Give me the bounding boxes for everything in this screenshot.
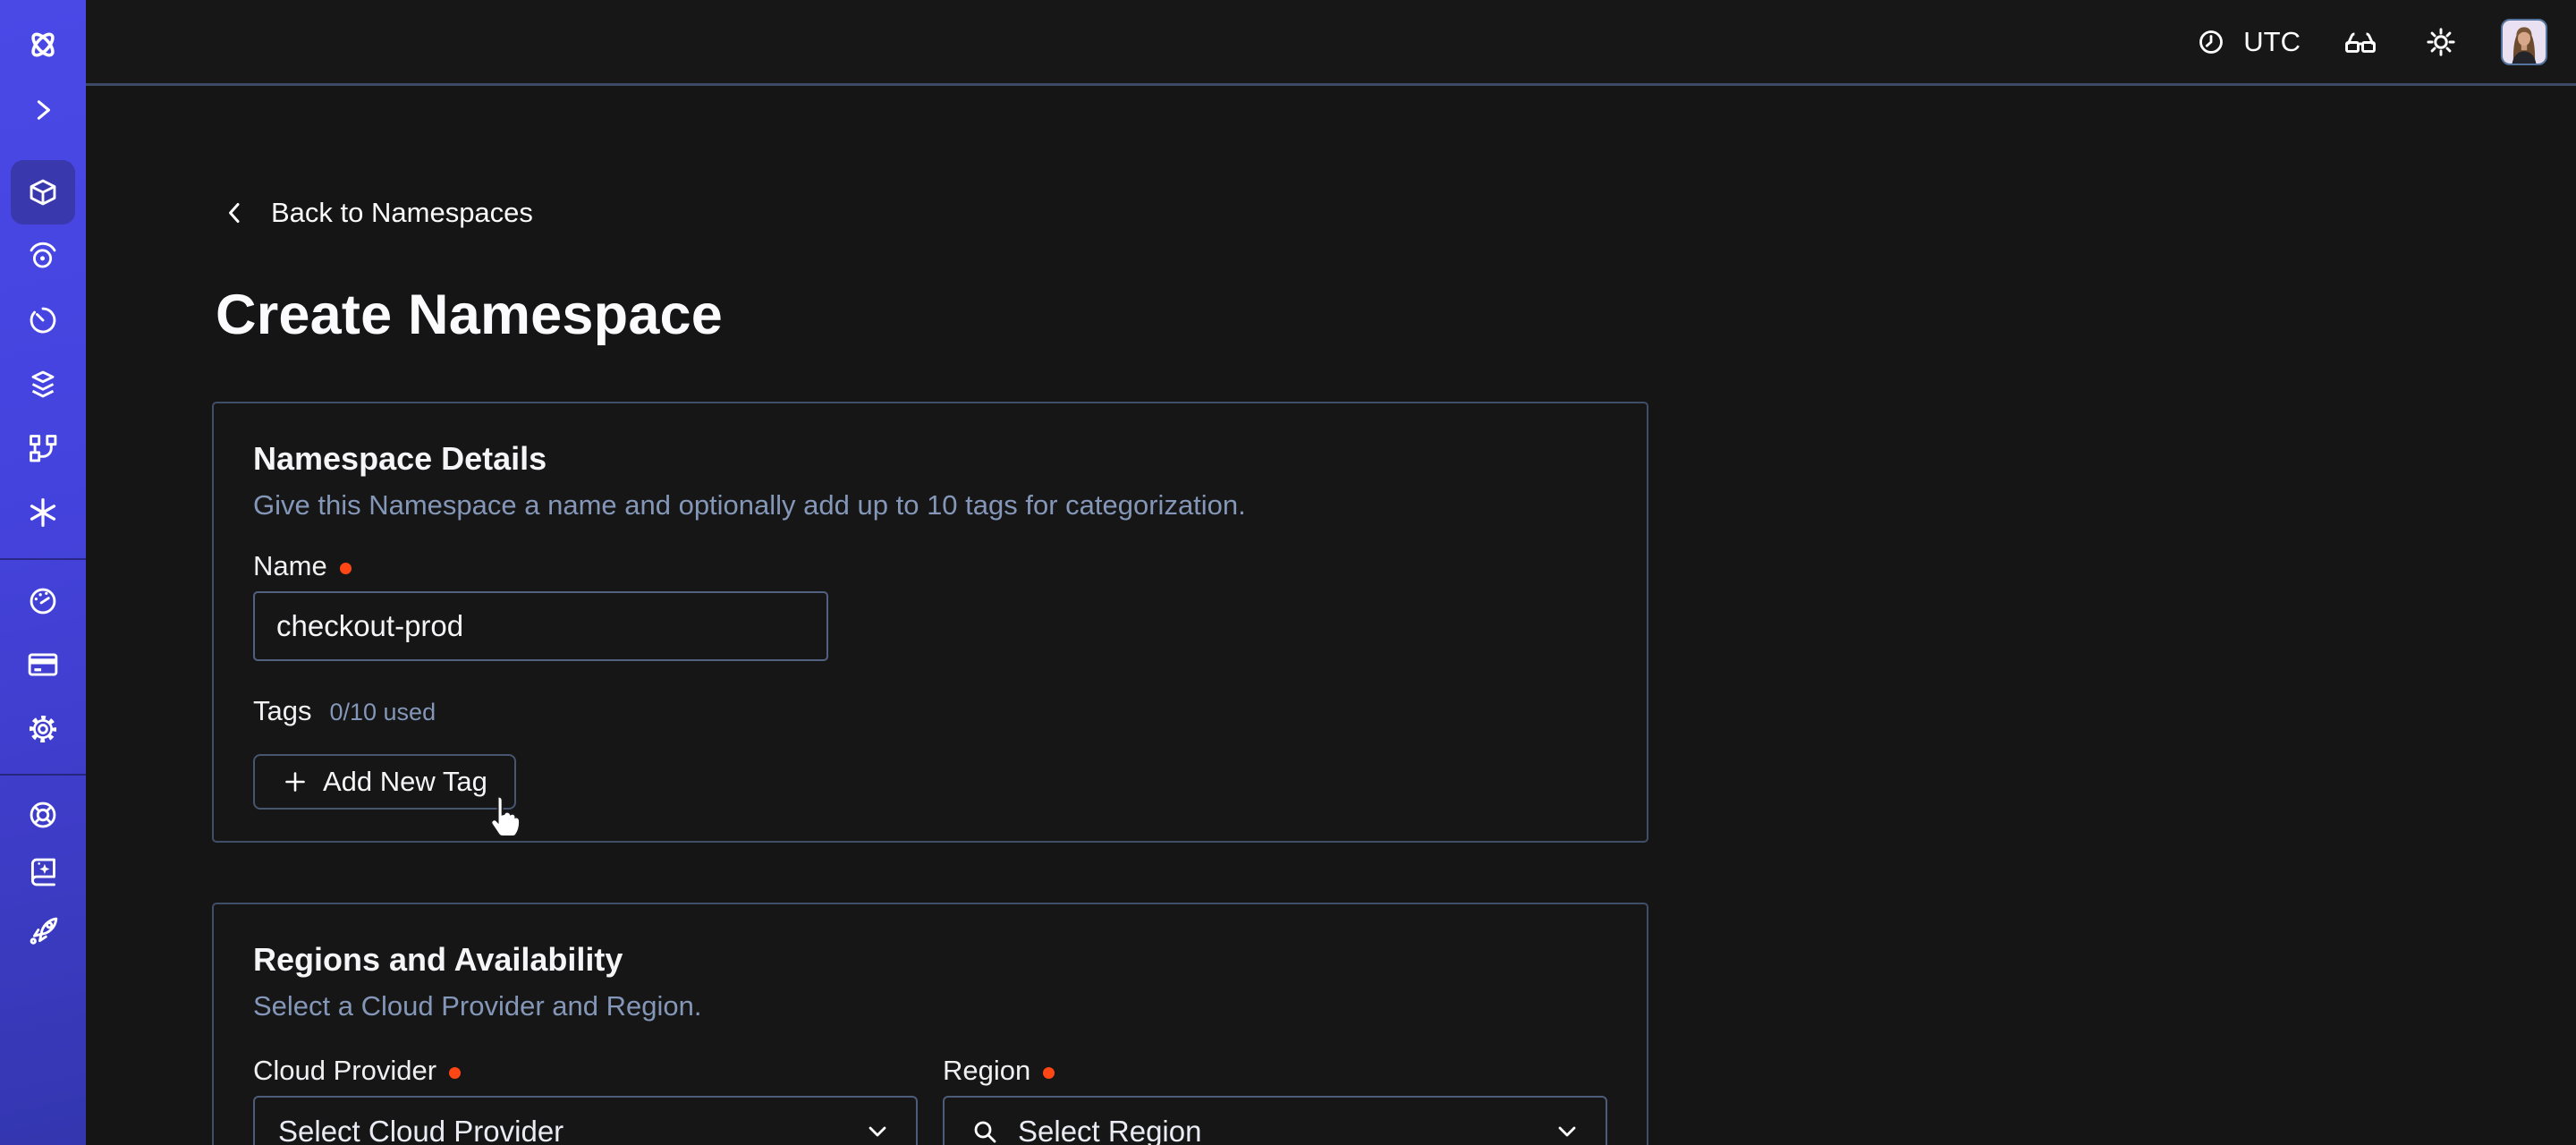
main-area: UTC [86,0,2576,1145]
sidebar-item-schedules[interactable] [21,299,64,342]
sidebar-item-get-started[interactable] [21,909,64,952]
regions-grid: Cloud Provider Select Cloud Provider [253,1053,1607,1145]
glasses-icon [2340,21,2381,63]
timezone-button[interactable]: UTC [2191,22,2301,62]
sidebar-item-workflows[interactable] [21,235,64,278]
required-dot [449,1067,461,1079]
plus-icon [282,768,309,795]
tags-usage-counter: 0/10 used [329,699,436,726]
sidebar-item-billing[interactable] [21,643,64,686]
region-select[interactable]: Select Region [943,1096,1607,1145]
required-dot [1043,1067,1055,1079]
chevron-right-icon [23,90,63,130]
region-label-row: Region [943,1053,1607,1089]
avatar-image [2503,21,2546,64]
sidebar [0,0,86,1145]
cube-icon [22,172,64,213]
sidebar-item-docs[interactable] [21,851,64,894]
sidebar-item-batch-operations[interactable] [21,363,64,406]
life-ring-icon [22,794,64,835]
search-icon [968,1115,1002,1145]
name-label: Name [253,548,327,584]
book-sparkle-icon [22,852,64,893]
sidebar-divider [0,558,86,560]
tags-label-row: Tags 0/10 used [253,693,1607,729]
name-label-row: Name [253,548,1607,584]
add-new-tag-button[interactable]: Add New Tag [253,754,516,810]
page-title: Create Namespace [216,281,2576,350]
region-placeholder: Select Region [1018,1115,1201,1145]
regions-heading: Regions and Availability [253,940,1607,980]
sidebar-item-namespaces[interactable] [21,171,64,214]
tags-label: Tags [253,693,311,729]
timezone-label: UTC [2243,26,2301,58]
region-select-left: Select Region [968,1115,1201,1145]
credit-card-icon [22,644,64,685]
temporal-logo-icon [21,23,64,66]
cloud-provider-select[interactable]: Select Cloud Provider [253,1096,918,1145]
back-to-namespaces-link[interactable]: Back to Namespaces [221,197,533,229]
sidebar-item-usage[interactable] [21,580,64,623]
sidebar-item-support[interactable] [21,793,64,836]
sidebar-item-settings[interactable] [21,708,64,751]
chevron-down-icon [862,1116,893,1145]
cloud-provider-label-row: Cloud Provider [253,1053,918,1089]
labs-mode-button[interactable] [2340,21,2381,63]
sun-icon [2420,21,2462,63]
branch-icon [22,428,64,469]
rocket-icon [22,910,64,951]
regions-card: Regions and Availability Select a Cloud … [212,903,1648,1145]
sidebar-item-nexus[interactable] [21,491,64,534]
sidebar-item-deployments[interactable] [21,427,64,470]
namespace-name-input[interactable] [253,591,828,661]
chevron-down-icon [1552,1116,1582,1145]
namespace-details-heading: Namespace Details [253,439,1607,479]
layers-icon [22,364,64,405]
gear-icon [22,708,64,750]
regions-description: Select a Cloud Provider and Region. [253,988,1607,1024]
cloud-provider-placeholder: Select Cloud Provider [278,1115,564,1145]
asterisk-icon [22,492,64,533]
cloud-provider-field: Cloud Provider Select Cloud Provider [253,1053,918,1145]
user-avatar[interactable] [2501,19,2547,65]
temporal-logo[interactable] [21,23,64,66]
region-label: Region [943,1053,1030,1089]
content: Back to Namespaces Create Namespace Name… [86,86,2576,1142]
timer-icon [22,300,64,341]
namespace-details-description: Give this Namespace a name and optionall… [253,488,1607,523]
region-field: Region Select Region [943,1053,1607,1145]
required-dot [340,563,352,574]
sidebar-expand-button[interactable] [21,89,64,131]
cloud-provider-label: Cloud Provider [253,1053,436,1089]
back-link-label: Back to Namespaces [271,197,533,229]
sidebar-divider [0,774,86,776]
gauge-icon [22,581,64,622]
clock-icon [2191,22,2231,62]
theme-toggle-button[interactable] [2420,21,2462,63]
spiral-icon [22,236,64,277]
namespace-details-card: Namespace Details Give this Namespace a … [212,402,1648,843]
topbar: UTC [86,0,2576,86]
back-chevron-icon [221,198,251,228]
add-new-tag-label: Add New Tag [323,766,487,798]
